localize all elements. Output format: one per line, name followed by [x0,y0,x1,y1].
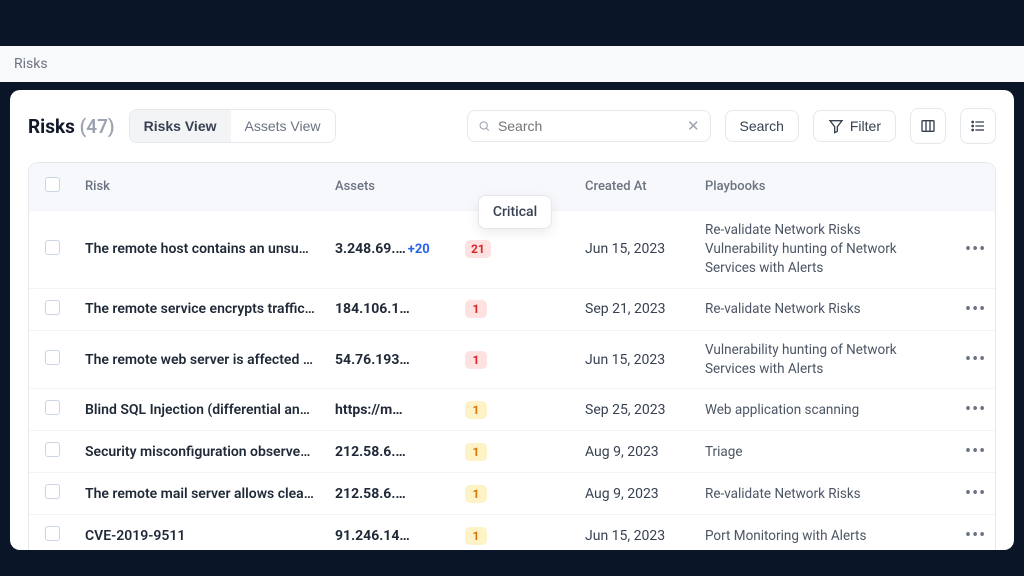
header-row: Risks (47) Risks View Assets View ✕ Sear… [28,108,996,144]
row-checkbox[interactable] [45,484,60,499]
severity-badge: 21 [465,240,491,258]
table-body: The remote host contains an unsup… 3.248.… [29,211,995,551]
severity-badge: 1 [465,485,487,503]
table-row[interactable]: Security misconfiguration observed … 212.… [29,431,995,473]
risk-name: Security misconfiguration observed … [85,444,315,460]
playbooks-cell: Port Monitoring with Alerts [705,527,945,546]
row-checkbox[interactable] [45,300,60,315]
playbooks-cell: Re-validate Network Risks [705,300,945,319]
playbooks-cell: Web application scanning [705,401,945,420]
row-checkbox[interactable] [45,442,60,457]
asset-value: 212.58.6.… [335,486,406,502]
columns-button[interactable] [910,108,946,144]
asset-value: 54.76.193… [335,352,410,368]
asset-value: https://m… [335,402,403,418]
clear-search-icon[interactable]: ✕ [687,117,700,135]
row-checkbox[interactable] [45,526,60,541]
view-toggle: Risks View Assets View [129,109,336,143]
playbook-item: Triage [705,443,945,462]
created-date: Jun 15, 2023 [575,211,695,289]
asset-value: 212.58.6.… [335,444,406,460]
risk-name: The remote service encrypts traffic … [85,301,315,317]
col-header-assets[interactable]: Assets [325,163,455,211]
table-row[interactable]: Blind SQL Injection (differential anal… h… [29,389,995,431]
filter-button[interactable]: Filter [813,110,896,142]
tab-assets-view[interactable]: Assets View [231,110,335,142]
title-count: (47) [80,115,115,138]
created-date: Aug 9, 2023 [575,473,695,515]
created-date: Sep 21, 2023 [575,288,695,330]
columns-icon [920,118,936,134]
title-text: Risks [28,115,75,138]
asset-value: 184.106.1… [335,301,410,317]
search-icon [478,118,490,134]
risk-name: The remote web server is affected b… [85,352,315,368]
severity-badge: 1 [465,443,487,461]
playbooks-cell: Re-validate Network RisksVulnerability h… [705,221,945,278]
playbooks-cell: Re-validate Network Risks [705,485,945,504]
created-date: Aug 9, 2023 [575,431,695,473]
risk-name: CVE-2019-9511 [85,528,315,544]
row-checkbox[interactable] [45,400,60,415]
created-date: Jun 15, 2023 [575,515,695,550]
playbook-item: Re-validate Network Risks [705,485,945,504]
app-topbar [0,0,1024,46]
table-row[interactable]: The remote service encrypts traffic … 184… [29,288,995,330]
search-box[interactable]: ✕ [467,110,711,142]
table-row[interactable]: CVE-2019-9511 91.246.14… 1 Jun 15, 2023 Port… [29,515,995,550]
breadcrumb-text: Risks [14,56,48,72]
severity-badge: 1 [465,527,487,545]
list-icon [970,118,986,134]
filter-label: Filter [850,118,881,134]
filter-icon [828,118,844,134]
risks-table: Risk Assets Critical Created At Playbook… [29,163,995,550]
playbook-item: Port Monitoring with Alerts [705,527,945,546]
row-actions-icon[interactable]: ••• [965,483,986,504]
playbook-item: Re-validate Network Risks [705,300,945,319]
tab-risks-view[interactable]: Risks View [130,110,231,142]
playbook-item: Vulnerability hunting of Network Service… [705,341,945,379]
asset-value: 91.246.14… [335,528,410,544]
col-header-playbooks[interactable]: Playbooks [695,163,955,211]
playbooks-cell: Vulnerability hunting of Network Service… [705,341,945,379]
risks-table-wrap: Risk Assets Critical Created At Playbook… [28,162,996,550]
search-button[interactable]: Search [725,110,799,142]
col-header-severity[interactable]: Critical [455,163,575,211]
asset-value: 3.248.69.… [335,241,406,257]
table-row[interactable]: The remote mail server allows cleart… 212… [29,473,995,515]
created-date: Jun 15, 2023 [575,330,695,389]
row-checkbox[interactable] [45,240,60,255]
row-actions-icon[interactable]: ••• [965,349,986,370]
row-checkbox[interactable] [45,350,60,365]
severity-tooltip: Critical [478,195,552,229]
risk-name: The remote host contains an unsup… [85,241,315,257]
playbook-item: Web application scanning [705,401,945,420]
row-actions-icon[interactable]: ••• [965,441,986,462]
table-row[interactable]: The remote web server is affected b… 54.7… [29,330,995,389]
risk-name: Blind SQL Injection (differential anal… [85,402,315,418]
severity-badge: 1 [465,300,487,318]
asset-extra-count[interactable]: +20 [408,242,430,257]
severity-badge: 1 [465,401,487,419]
created-date: Sep 25, 2023 [575,389,695,431]
playbook-item: Re-validate Network Risks [705,221,945,240]
playbooks-cell: Triage [705,443,945,462]
row-actions-icon[interactable]: ••• [965,239,986,260]
row-actions-icon[interactable]: ••• [965,299,986,320]
breadcrumb: Risks [0,46,1024,82]
col-header-risk[interactable]: Risk [75,163,325,211]
table-header-row: Risk Assets Critical Created At Playbook… [29,163,995,211]
col-header-created[interactable]: Created At [575,163,695,211]
list-view-button[interactable] [960,108,996,144]
row-actions-icon[interactable]: ••• [965,525,986,546]
severity-badge: 1 [465,351,487,369]
playbook-item: Vulnerability hunting of Network Service… [705,240,945,278]
page-title: Risks (47) [28,115,115,138]
main-card: Risks (47) Risks View Assets View ✕ Sear… [10,90,1014,550]
select-all-checkbox[interactable] [45,177,60,192]
row-actions-icon[interactable]: ••• [965,399,986,420]
risk-name: The remote mail server allows cleart… [85,486,315,502]
search-input[interactable] [498,118,679,134]
